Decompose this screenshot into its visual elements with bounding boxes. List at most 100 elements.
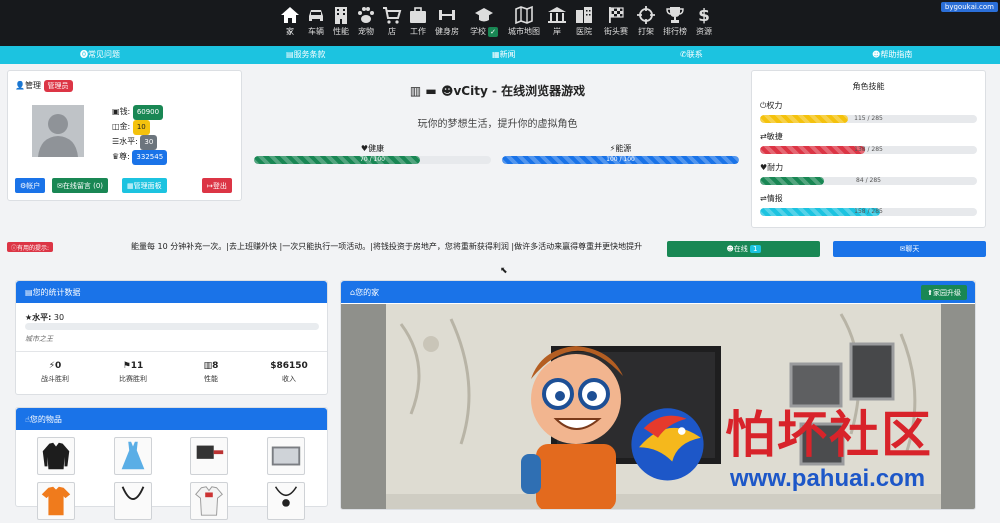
health-bar: 70 / 100: [254, 156, 491, 164]
flag-checkered-icon: [609, 7, 624, 23]
heart-icon: ♥: [360, 144, 369, 153]
item-cleaver[interactable]: [190, 437, 228, 475]
skill-bar: 158 / 285: [760, 208, 977, 216]
money-row: ▣钱: 60900: [112, 105, 167, 120]
chart-icon: ▤: [25, 288, 33, 297]
energy-label: ⚡能源: [609, 144, 632, 153]
contact-icon: ✆: [680, 50, 687, 59]
cart-icon: [383, 7, 402, 24]
admin-panel-button[interactable]: ▦管理面板: [122, 178, 167, 193]
newspaper-icon: ▦: [492, 50, 500, 59]
stat-value: ⚑11: [122, 361, 144, 371]
retweet-icon: ⇄: [760, 132, 767, 141]
tv-icon: [271, 446, 301, 466]
trophy-icon: [666, 7, 684, 23]
stat-label: 战斗胜利: [41, 375, 69, 383]
profile-title: 管理: [24, 81, 41, 90]
items-card: ☝您的物品: [15, 407, 328, 520]
watermark: 怕坏社区 www.pahuai.com: [620, 385, 1000, 505]
stat-cell: ▥8 性能: [172, 361, 250, 384]
item-tshirt[interactable]: [37, 482, 75, 520]
items-card-header: ☝您的物品: [16, 408, 327, 430]
respect-badge: 332545: [132, 150, 168, 165]
item-pendant[interactable]: [267, 482, 305, 520]
skill-label: ⇄敏捷: [760, 132, 783, 141]
item-tv[interactable]: [267, 437, 305, 475]
chat-button[interactable]: ✉聊天: [833, 241, 986, 257]
necklace-icon: [121, 486, 145, 501]
respect-row: ♛尊: 332545: [112, 150, 168, 165]
messages-button[interactable]: ✉在线留言 (0): [52, 178, 109, 193]
subnav-help[interactable]: ☻帮助指南: [872, 49, 912, 60]
level-badge: 30: [140, 135, 158, 150]
stat-value: ▥8: [203, 361, 219, 371]
shirt-icon: [195, 486, 223, 516]
fish-logo-icon: [631, 408, 704, 481]
level-row: ☰水平: 30: [112, 135, 167, 150]
home-upgrade-button[interactable]: ⬆家园升级: [921, 285, 967, 300]
list-icon: ▤: [286, 50, 294, 59]
gold-icon: ◫: [112, 122, 120, 131]
energy-bar-text: 100 / 100: [606, 156, 635, 163]
subnav-contact[interactable]: ✆联系: [680, 49, 703, 60]
hero-section: ▥ ▬ ☻vCity - 在线浏览器游戏 玩你的梦想生活，提升你的虚拟角色 ♥健…: [250, 70, 745, 201]
skill-label: ⏻权力: [760, 101, 783, 110]
online-button[interactable]: ☻在线 1: [667, 241, 820, 257]
logout-button[interactable]: ↦登出: [202, 178, 232, 193]
skill-bar: 84 / 285: [760, 177, 977, 185]
stats-divider: [16, 351, 327, 352]
dumbbell-icon: [439, 10, 455, 20]
money-icon: ▣: [112, 107, 120, 116]
stat-cell: $86150 收入: [250, 361, 328, 384]
gold-row: ◫金: 10: [112, 120, 167, 135]
stat-value: ⚡0: [48, 361, 62, 371]
skill-label: ⇌情报: [760, 194, 783, 203]
subnav-terms[interactable]: ▤服务条款: [286, 49, 326, 60]
stats-card-header: ▤您的统计数据: [16, 281, 327, 303]
watermark-url: www.pahuai.com: [730, 465, 926, 492]
dashboard-icon: ▦: [127, 182, 134, 190]
stats-card: ▤您的统计数据 ★水平: 30 城市之王 ⚡0 战斗胜利 ⚑11 比赛胜利 ▥8 性能 $8…: [15, 280, 328, 395]
item-dress[interactable]: [114, 437, 152, 475]
money-badge: 60900: [132, 105, 164, 120]
building-icon: ▥: [203, 361, 213, 371]
stat-label: 比赛胜利: [119, 375, 147, 383]
skills-panel: 角色技能 ⏻权力 115 / 285 ⇄敏捷 138 / 285 ♥耐力 84 / 285…: [751, 70, 986, 228]
subnav-news[interactable]: ▦新闻: [492, 49, 516, 60]
tshirt-icon: [41, 486, 71, 516]
online-count-badge: 1: [750, 245, 761, 253]
watermark-title: 怕坏社区: [725, 406, 933, 464]
item-shirt[interactable]: [190, 482, 228, 520]
item-necklace[interactable]: [114, 482, 152, 520]
tips-ticker: 能量每 10 分钟补充一次。|去上班赚外快 |一次只能执行一项活动。|将钱投资于…: [131, 242, 643, 251]
skill-bar-text: 84 / 285: [856, 177, 881, 184]
dollar-icon: $: [698, 6, 710, 25]
role-badge: 管理员: [43, 80, 73, 92]
sub-navigation: ⓿常见问题 ▤服务条款 ▦新闻 ✆联系 ☻帮助指南: [0, 46, 1000, 64]
item-jacket[interactable]: [37, 437, 75, 475]
stats-level-bar: [25, 323, 319, 330]
svg-text:$: $: [698, 6, 710, 25]
building-icon: ▥: [409, 84, 422, 98]
dress-icon: [121, 441, 145, 470]
hero-title: ▥ ▬ ☻vCity - 在线浏览器游戏: [409, 84, 586, 98]
account-button[interactable]: ⚙帐户: [15, 178, 46, 193]
default-avatar-icon: [38, 114, 78, 157]
stat-label: 收入: [282, 375, 296, 383]
nav-gym[interactable]: 健身房: [433, 5, 461, 37]
tips-badge: ⓘ有用的提示:: [7, 242, 54, 252]
user-tag: bygoukai.com: [940, 2, 998, 12]
stats-rank: 城市之王: [25, 335, 53, 343]
cleaver-icon: [196, 445, 224, 459]
stats-level-value: 30: [53, 313, 65, 322]
nav-resources[interactable]: $ 资源: [690, 5, 718, 37]
briefcase-icon: [410, 7, 426, 23]
bank-icon: [548, 7, 566, 23]
skills-title: 角色技能: [852, 82, 885, 91]
hospital-icon: [576, 7, 592, 23]
subnav-faq[interactable]: ⓿常见问题: [80, 49, 120, 60]
question-circle-icon: ⓿: [80, 50, 88, 59]
pendant-icon: [274, 486, 298, 507]
stat-cell: ⚡0 战斗胜利: [16, 361, 94, 384]
nav-school[interactable]: 学校 ✓: [470, 5, 498, 37]
